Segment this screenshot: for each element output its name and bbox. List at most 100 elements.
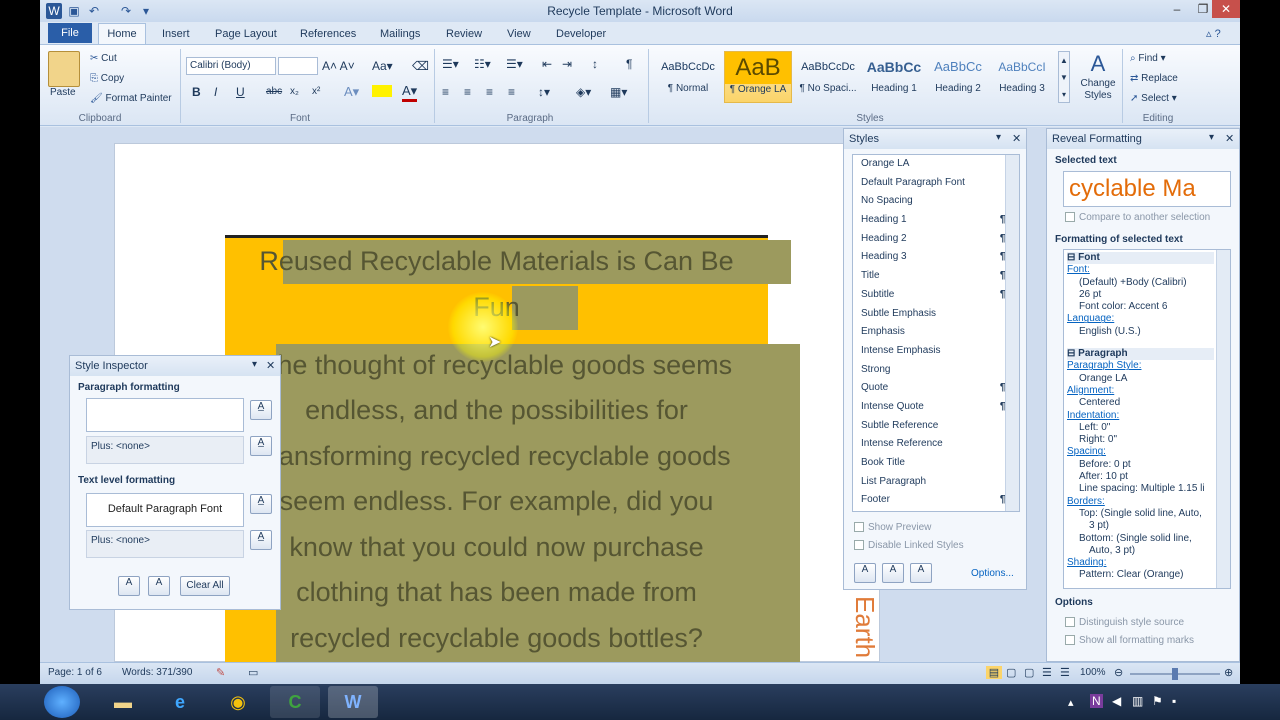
reveal-formatting-icon[interactable]: A [148, 576, 170, 596]
compare-option[interactable]: Compare to another selection [1065, 212, 1210, 223]
doc-heading-line[interactable]: Reused Recyclable Materials is Can Be [225, 238, 768, 284]
change-styles-button[interactable]: A Change Styles [1080, 51, 1116, 101]
decrease-indent-icon[interactable]: ⇤ [542, 57, 552, 71]
volume-icon[interactable]: ◀ [1112, 694, 1121, 708]
zoom-in-icon[interactable]: ⊕ [1224, 666, 1233, 679]
proofing-icon[interactable]: ✎ [216, 666, 225, 679]
tab-file[interactable]: File [48, 23, 92, 43]
word-taskbar-icon[interactable]: W [328, 686, 378, 718]
align-center-icon[interactable]: ≡ [464, 85, 471, 99]
styles-list-item[interactable]: Intense Referencea [853, 435, 1019, 454]
disable-linked-option[interactable]: Disable Linked Styles [854, 540, 964, 551]
paste-button[interactable]: Paste [50, 87, 76, 98]
style-orange-la[interactable]: AaB ¶ Orange LA [724, 51, 792, 103]
font-color-icon[interactable]: A▾ [402, 83, 418, 102]
tab-page-layout[interactable]: Page Layout [215, 27, 277, 43]
doc-body-line[interactable]: transforming recycled recyclable goods [225, 433, 768, 479]
styles-list-item[interactable]: Footer¶a [853, 491, 1019, 510]
draft-icon[interactable]: ☰ [1060, 666, 1070, 679]
subscript-button[interactable]: x₂ [290, 86, 299, 97]
options-link[interactable]: Options... [971, 568, 1014, 579]
styles-list-item[interactable]: List Paragraph¶ [853, 473, 1019, 492]
tab-references[interactable]: References [300, 27, 356, 43]
paste-icon[interactable] [48, 51, 80, 87]
onenote-tray-icon[interactable]: N [1090, 694, 1103, 708]
numbering-icon[interactable]: ☷▾ [474, 57, 491, 71]
camtasia-icon[interactable]: C [270, 686, 320, 718]
doc-body-line[interactable]: endless, and the possibilities for [225, 387, 768, 433]
shading-icon[interactable]: ◈▾ [576, 85, 591, 99]
paragraph-formatting-box[interactable] [86, 398, 244, 432]
style-no-spacing[interactable]: AaBbCcDc ¶ No Spaci... [794, 51, 862, 103]
align-left-icon[interactable]: ≡ [442, 85, 449, 99]
styles-list-item[interactable]: Orange LA¶ [853, 155, 1019, 174]
strikethrough-button[interactable]: abc [266, 86, 282, 97]
styles-list-item[interactable]: Emphasisa [853, 323, 1019, 342]
styles-list-item[interactable]: Heading 1¶a [853, 211, 1019, 230]
shading-link[interactable]: Shading: [1067, 557, 1214, 569]
doc-body-line[interactable]: recycled recyclable goods bottles? [225, 615, 768, 661]
font-size-combo[interactable] [278, 57, 318, 75]
clear-text-icon[interactable]: A̲ [250, 530, 272, 550]
flag-icon[interactable]: ⚑ [1152, 694, 1163, 708]
find-button[interactable]: ⌕ Find ▾ [1130, 53, 1166, 64]
styles-list-item[interactable]: Default Paragraph Fonta [853, 174, 1019, 193]
doc-body-line[interactable]: clothing that has been made from [225, 569, 768, 615]
start-button-icon[interactable] [44, 686, 80, 718]
text-effects-icon[interactable]: A▾ [344, 84, 359, 100]
show-marks-checkbox[interactable] [1065, 635, 1075, 646]
line-spacing-icon[interactable]: ↕▾ [538, 85, 550, 99]
styles-list-item[interactable]: Intense Emphasisa [853, 342, 1019, 361]
italic-button[interactable]: I [214, 85, 217, 99]
font-section-header[interactable]: ⊟ Font [1067, 252, 1214, 265]
doc-body-line[interactable]: know that you could now purchase [225, 524, 768, 570]
page-count[interactable]: Page: 1 of 6 [48, 667, 102, 678]
word-count[interactable]: Words: 371/390 [122, 667, 192, 678]
select-button[interactable]: ➚ Select ▾ [1130, 93, 1177, 104]
cut-button[interactable]: ✂ Cut [90, 53, 117, 64]
styles-list-item[interactable]: Book Titlea [853, 454, 1019, 473]
close-icon[interactable]: ✕ [1012, 132, 1021, 145]
style-normal[interactable]: AaBbCcDc ¶ Normal [654, 51, 722, 103]
style-inspector-icon[interactable]: A [882, 563, 904, 583]
style-heading-3[interactable]: AaBbCcI Heading 3 [988, 51, 1056, 103]
dropdown-icon[interactable]: ▾ [1209, 132, 1214, 143]
web-layout-icon[interactable]: ▢ [1024, 666, 1034, 679]
borders-link[interactable]: Borders: [1067, 496, 1214, 508]
reset-text-icon[interactable]: A̲ [250, 494, 272, 514]
manage-styles-icon[interactable]: A [910, 563, 932, 583]
new-style-icon[interactable]: A [854, 563, 876, 583]
styles-list-item[interactable]: Subtle Emphasisa [853, 305, 1019, 324]
styles-list-item[interactable]: Intense Quote¶a [853, 398, 1019, 417]
show-preview-checkbox[interactable] [854, 522, 864, 533]
grow-font-icon[interactable]: A˄ A˅ [322, 59, 355, 73]
sort-icon[interactable]: ↕ [592, 57, 598, 71]
copy-button[interactable]: ⎘ Copy [90, 73, 124, 84]
borders-icon[interactable]: ▦▾ [610, 85, 627, 99]
styles-list-item[interactable]: Heading 3¶a [853, 248, 1019, 267]
zoom-out-icon[interactable]: ⊖ [1114, 666, 1123, 679]
formatting-scrollbar[interactable] [1216, 250, 1230, 588]
tab-review[interactable]: Review [446, 27, 482, 43]
styles-list-item[interactable]: Heading 2¶a [853, 230, 1019, 249]
compare-checkbox[interactable] [1065, 212, 1075, 223]
styles-list-item[interactable]: Subtle Referencea [853, 417, 1019, 436]
styles-list-item[interactable]: Stronga [853, 361, 1019, 380]
clear-paragraph-icon[interactable]: A̲ [250, 436, 272, 456]
styles-list-item[interactable]: Quote¶a [853, 379, 1019, 398]
highlight-color-icon[interactable] [372, 85, 392, 97]
close-icon[interactable]: ✕ [1225, 132, 1234, 145]
zoom-level[interactable]: 100% [1080, 667, 1106, 678]
new-style-icon[interactable]: A [118, 576, 140, 596]
justify-icon[interactable]: ≡ [508, 85, 515, 99]
tab-home[interactable]: Home [98, 23, 146, 45]
align-right-icon[interactable]: ≡ [486, 85, 493, 99]
tab-view[interactable]: View [507, 27, 531, 43]
spacing-link[interactable]: Spacing: [1067, 446, 1214, 458]
styles-list-item[interactable]: Title¶a [853, 267, 1019, 286]
tab-insert[interactable]: Insert [162, 27, 190, 43]
doc-body-line[interactable]: seem endless. For example, did you [225, 478, 768, 524]
network-icon[interactable]: ▥ [1132, 694, 1143, 708]
text-level-formatting-box[interactable]: Default Paragraph Font [86, 493, 244, 527]
selected-text-preview[interactable]: cyclable Ma [1063, 171, 1231, 207]
